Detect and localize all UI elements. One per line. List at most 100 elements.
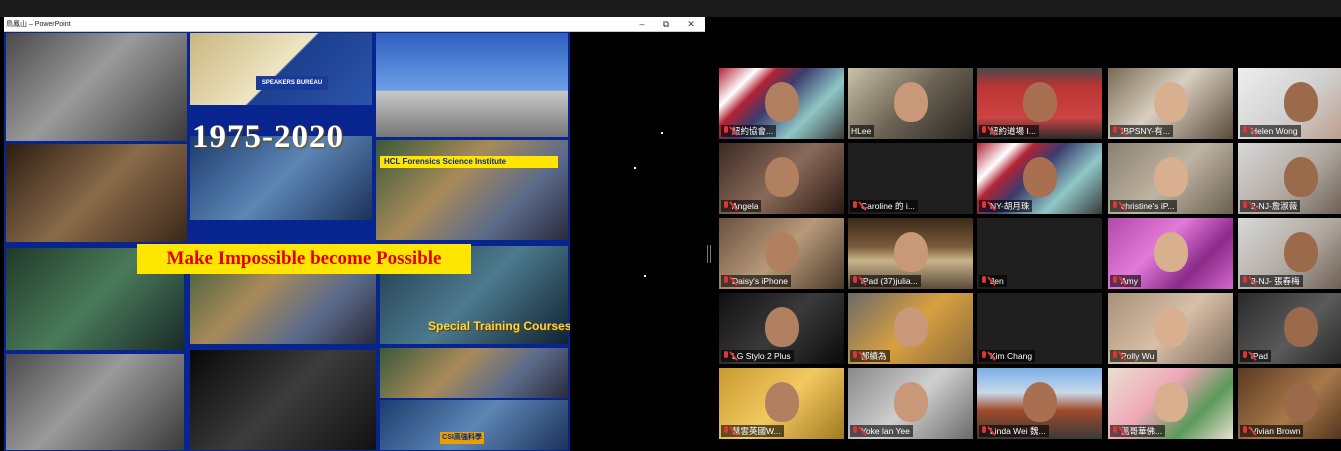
participant-face — [894, 232, 928, 272]
participant-tile[interactable]: Amy — [1108, 218, 1233, 289]
participant-face — [1154, 82, 1188, 122]
participant-tile[interactable]: christine's iP... — [1108, 143, 1233, 214]
participant-name: Linda Wei 魏... — [990, 426, 1046, 436]
participant-face — [894, 307, 928, 347]
muted-mic-icon — [1241, 126, 1249, 136]
muted-mic-icon — [851, 426, 859, 436]
participant-name: Helen Wong — [1251, 126, 1298, 136]
participant-face — [1284, 157, 1318, 197]
participant-tile[interactable]: Jen — [977, 218, 1102, 289]
participant-tile[interactable]: Kim Chang — [977, 293, 1102, 364]
participant-tile[interactable]: Polly Wu — [1108, 293, 1233, 364]
participant-tile[interactable]: NY-胡月珠 — [977, 143, 1102, 214]
participant-name-label: Amy — [1110, 275, 1141, 287]
cursor-dot — [644, 275, 646, 277]
participant-name-label: iPad (37)julia... — [850, 275, 921, 287]
split-divider-handle[interactable] — [707, 245, 711, 263]
participant-tile[interactable]: Daisy's iPhone — [719, 218, 844, 289]
participant-tile[interactable]: 2-NJ-詹淑薇 — [1238, 143, 1341, 214]
participant-name-label: Linda Wei 魏... — [979, 425, 1049, 437]
muted-mic-icon — [1241, 426, 1249, 436]
participant-name: Caroline 的 i... — [861, 201, 915, 211]
screen-top-bar — [0, 0, 1341, 17]
muted-mic-icon — [1241, 201, 1249, 211]
muted-mic-icon — [1241, 276, 1249, 286]
participant-name: christine's iP... — [1121, 201, 1175, 211]
participant-tile[interactable]: iPad (37)julia... — [848, 218, 973, 289]
participant-tile[interactable]: 慧雲英國W... — [719, 368, 844, 439]
muted-mic-icon — [980, 201, 988, 211]
participant-tile[interactable]: 紐約協會... — [719, 68, 844, 139]
muted-mic-icon — [1111, 276, 1119, 286]
muted-mic-icon — [722, 276, 730, 286]
participant-face — [894, 382, 928, 422]
special-training-label: Special Training Courses — [428, 319, 570, 333]
participant-tile[interactable]: 郝績為 — [848, 293, 973, 364]
participant-name-label: Vivian Brown — [1240, 425, 1304, 437]
participant-tile[interactable]: 紐約道場 I... — [977, 68, 1102, 139]
close-icon[interactable]: ✕ — [679, 17, 703, 32]
participant-name: 3-NJ- 張春梅 — [1251, 276, 1300, 286]
participant-name-label: Daisy's iPhone — [721, 275, 791, 287]
participant-face — [1023, 382, 1057, 422]
participant-tile[interactable]: IBPSNY-有... — [1108, 68, 1233, 139]
participant-name: 溫哥華佛... — [1121, 426, 1163, 436]
participant-name-label: HLee — [850, 125, 875, 137]
participant-name-label: iPad — [1240, 350, 1272, 362]
window-title-bar: 鳥鳳山 – PowerPoint – ⧉ ✕ — [4, 17, 705, 32]
window-title: 鳥鳳山 – PowerPoint — [6, 21, 71, 28]
participant-face — [765, 307, 799, 347]
speakers-bureau-label: SPEAKERS BUREAU — [256, 76, 328, 90]
participant-face — [765, 82, 799, 122]
muted-mic-icon — [1111, 201, 1119, 211]
participant-tile[interactable]: Linda Wei 魏... — [977, 368, 1102, 439]
participant-name-label: Polly Wu — [1110, 350, 1158, 362]
participant-name-label: LG Stylo 2 Plus — [721, 350, 794, 362]
participant-name-label: 2-NJ-詹淑薇 — [1240, 200, 1301, 212]
participant-tile[interactable]: iPad — [1238, 293, 1341, 364]
muted-mic-icon — [1111, 351, 1119, 361]
participant-name: LG Stylo 2 Plus — [732, 351, 791, 361]
years-heading: 1975-2020 — [192, 119, 344, 155]
participant-face — [1284, 82, 1318, 122]
participant-name-label: 紐約道場 I... — [979, 125, 1039, 137]
participant-face — [765, 232, 799, 272]
participant-tile[interactable]: 溫哥華佛... — [1108, 368, 1233, 439]
participant-tile[interactable]: HLee — [848, 68, 973, 139]
muted-mic-icon — [980, 126, 988, 136]
forensics-institute-label: HCL Forensics Science Institute — [380, 156, 558, 168]
minimize-icon[interactable]: – — [630, 17, 654, 32]
participant-name-label: Jen — [979, 275, 1007, 287]
participant-face — [1284, 382, 1318, 422]
muted-mic-icon — [980, 426, 988, 436]
participant-name-label: 郝績為 — [850, 350, 890, 362]
powerpoint-window: 鳥鳳山 – PowerPoint – ⧉ ✕ SPEAKERS BUREAU 1… — [4, 17, 705, 451]
cursor-dot — [634, 167, 636, 169]
participant-name-label: IBPSNY-有... — [1110, 125, 1173, 137]
participant-tile[interactable]: Yoke lan Yee — [848, 368, 973, 439]
muted-mic-icon — [722, 201, 730, 211]
participant-name: Kim Chang — [990, 351, 1033, 361]
participant-tile[interactable]: Vivian Brown — [1238, 368, 1341, 439]
participant-tile[interactable]: Angela — [719, 143, 844, 214]
participant-tile[interactable]: Caroline 的 i... — [848, 143, 973, 214]
participant-tile[interactable]: Helen Wong — [1238, 68, 1341, 139]
participant-name-label: Angela — [721, 200, 762, 212]
participant-tile[interactable]: LG Stylo 2 Plus — [719, 293, 844, 364]
muted-mic-icon — [851, 201, 859, 211]
participant-name-label: Yoke lan Yee — [850, 425, 913, 437]
participant-name-label: 3-NJ- 張春梅 — [1240, 275, 1303, 287]
participant-name: IBPSNY-有... — [1121, 126, 1170, 136]
participant-tile[interactable]: 3-NJ- 張春梅 — [1238, 218, 1341, 289]
photo-seminar — [6, 354, 184, 450]
participant-name: NY-胡月珠 — [990, 201, 1030, 211]
maximize-icon[interactable]: ⧉ — [654, 17, 678, 32]
participant-name-label: Kim Chang — [979, 350, 1036, 362]
muted-mic-icon — [1111, 126, 1119, 136]
participant-name: 2-NJ-詹淑薇 — [1251, 201, 1298, 211]
participant-name-label: 溫哥華佛... — [1110, 425, 1166, 437]
participant-face — [1023, 157, 1057, 197]
participant-face — [765, 382, 799, 422]
participant-face — [1154, 232, 1188, 272]
participant-face — [894, 82, 928, 122]
